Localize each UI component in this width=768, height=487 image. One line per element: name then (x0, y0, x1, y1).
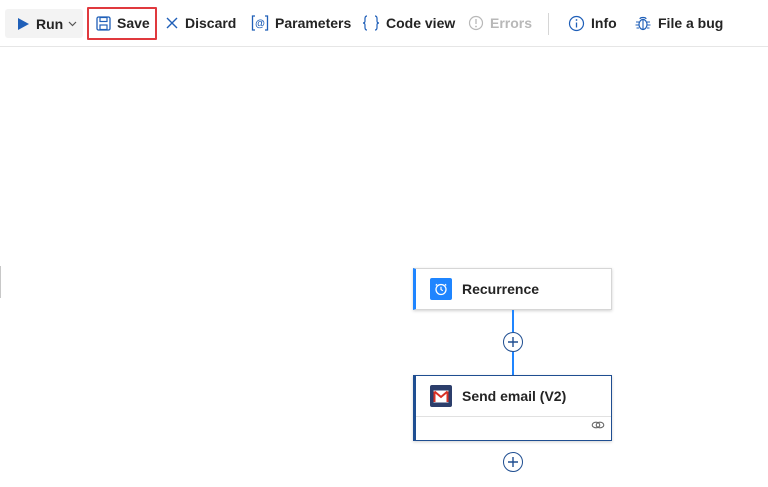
errors-button: Errors (468, 0, 532, 46)
bug-icon (634, 14, 652, 32)
recurrence-card[interactable]: Recurrence (413, 268, 612, 310)
recurrence-title: Recurrence (462, 281, 540, 297)
svg-text:@: @ (255, 19, 265, 30)
file-bug-button[interactable]: File a bug (634, 0, 723, 46)
run-button[interactable]: Run (5, 9, 83, 38)
code-view-label: Code view (386, 15, 456, 31)
info-button[interactable]: Info (568, 0, 617, 46)
send-email-title: Send email (V2) (462, 388, 567, 404)
save-highlight-box (87, 7, 157, 40)
connector-line (512, 310, 514, 332)
connector-line (512, 352, 514, 375)
info-label: Info (591, 15, 617, 31)
close-icon (165, 16, 179, 30)
parameters-button[interactable]: @ Parameters (251, 0, 351, 46)
play-icon (16, 17, 30, 31)
discard-button[interactable]: Discard (165, 0, 236, 46)
braces-icon (362, 15, 380, 31)
toolbar-divider (548, 13, 549, 35)
run-label: Run (36, 15, 64, 32)
plus-icon (508, 337, 518, 347)
error-icon (468, 15, 484, 31)
code-view-button[interactable]: Code view (362, 0, 455, 46)
add-step-button[interactable] (503, 452, 523, 472)
chevron-down-icon (68, 21, 77, 27)
file-bug-label: File a bug (658, 15, 724, 31)
designer-toolbar: Run Save Discard @ Parameters Code view … (0, 0, 768, 47)
parameters-label: Parameters (275, 15, 352, 31)
send-email-card[interactable]: Send email (V2) (413, 375, 612, 441)
plus-icon (508, 457, 518, 467)
add-step-button[interactable] (503, 332, 523, 352)
info-icon (568, 15, 585, 32)
gmail-icon (430, 385, 452, 407)
connection-link-icon[interactable] (591, 417, 605, 435)
canvas-edge-marker (0, 266, 1, 298)
discard-label: Discard (185, 15, 237, 31)
parameters-icon: @ (251, 15, 269, 31)
clock-icon (430, 278, 452, 300)
errors-label: Errors (490, 15, 533, 31)
